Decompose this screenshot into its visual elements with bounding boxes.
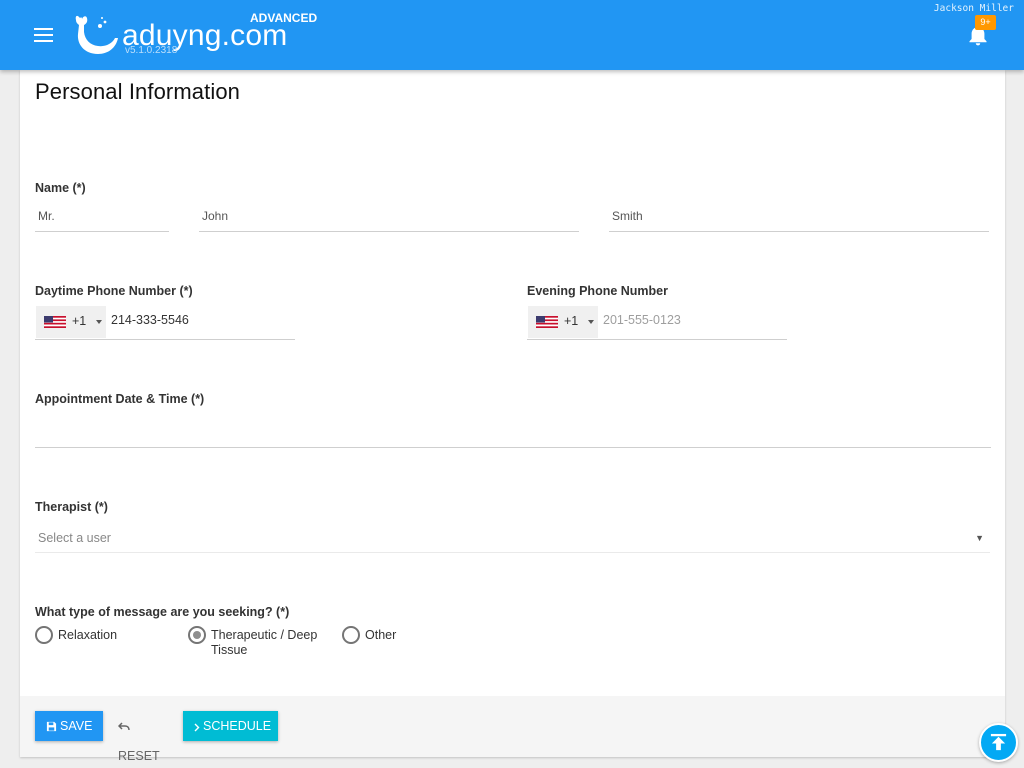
save-button[interactable]: SAVE xyxy=(35,711,103,741)
schedule-label: SCHEDULE xyxy=(203,719,272,733)
dropdown-arrow-icon: ▼ xyxy=(975,533,984,543)
undo-icon xyxy=(117,722,130,731)
chevron-right-icon xyxy=(194,723,200,732)
evening-dial-code: +1 xyxy=(564,314,579,328)
radio-label: Relaxation xyxy=(58,628,118,642)
therapist-label: Therapist (*) xyxy=(35,500,108,514)
daytime-phone-label: Daytime Phone Number (*) xyxy=(35,284,193,298)
app-header: aduyng.com v5.1.0.2318 ADVANCED Jackson … xyxy=(0,0,1024,70)
appointment-datetime-field[interactable] xyxy=(35,417,991,448)
daytime-phone-input: +1 214-333-5546 xyxy=(35,305,295,340)
notification-badge[interactable]: 9+ xyxy=(975,15,996,30)
name-prefix-field[interactable]: Mr. xyxy=(35,206,169,232)
radio-label: Other xyxy=(365,628,397,642)
chevron-down-icon xyxy=(96,320,102,324)
radio-button xyxy=(342,626,360,644)
schedule-button[interactable]: SCHEDULE xyxy=(183,711,278,741)
evening-phone-field[interactable]: 201-555-0123 xyxy=(603,313,681,327)
radio-therapeutic-deep-tissue[interactable]: Therapeutic / Deep Tissue xyxy=(188,626,338,660)
chevron-down-icon xyxy=(588,320,594,324)
save-label: SAVE xyxy=(60,719,93,733)
app-version: v5.1.0.2318 xyxy=(125,45,178,56)
reset-button[interactable]: RESET xyxy=(116,711,174,763)
therapist-select[interactable]: Select a user ▼ xyxy=(35,525,990,553)
daytime-dial-code: +1 xyxy=(72,314,87,328)
last-name-field[interactable]: Smith xyxy=(609,206,989,232)
menu-icon[interactable] xyxy=(34,27,53,42)
appointment-label: Appointment Date & Time (*) xyxy=(35,392,205,406)
first-name-field[interactable]: John xyxy=(199,206,579,232)
evening-phone-label: Evening Phone Number xyxy=(527,284,668,298)
scroll-to-top-icon xyxy=(990,733,1007,751)
user-name[interactable]: Jackson Miller xyxy=(934,3,1014,14)
us-flag-icon xyxy=(536,316,558,328)
form-actions-bar: SAVE RESET SCHEDULE xyxy=(20,696,1005,763)
radio-relaxation[interactable]: Relaxation xyxy=(35,626,175,646)
reset-label: RESET xyxy=(118,749,160,763)
brand-logo[interactable]: aduyng.com v5.1.0.2318 ADVANCED xyxy=(72,10,317,60)
floppy-disk-icon xyxy=(46,721,57,732)
evening-country-selector[interactable]: +1 xyxy=(528,306,598,338)
name-label: Name (*) xyxy=(35,181,86,195)
evening-phone-input: +1 201-555-0123 xyxy=(527,305,787,340)
edition-label: ADVANCED xyxy=(250,11,318,25)
message-type-label: What type of message are you seeking? (*… xyxy=(35,605,290,619)
radio-button xyxy=(35,626,53,644)
radio-label: Therapeutic / Deep Tissue xyxy=(211,628,318,657)
whale-logo-icon xyxy=(75,15,118,54)
therapist-select-placeholder: Select a user xyxy=(38,531,111,545)
page-title: Personal Information xyxy=(35,79,240,104)
personal-info-card: Personal Information Name (*) Mr. John S… xyxy=(20,70,1005,763)
radio-other[interactable]: Other xyxy=(342,626,432,646)
radio-button xyxy=(188,626,206,644)
radio-selected-dot xyxy=(193,631,201,639)
daytime-phone-field[interactable]: 214-333-5546 xyxy=(111,313,189,327)
daytime-country-selector[interactable]: +1 xyxy=(36,306,106,338)
us-flag-icon xyxy=(44,316,66,328)
scroll-to-top-button[interactable] xyxy=(979,723,1018,762)
